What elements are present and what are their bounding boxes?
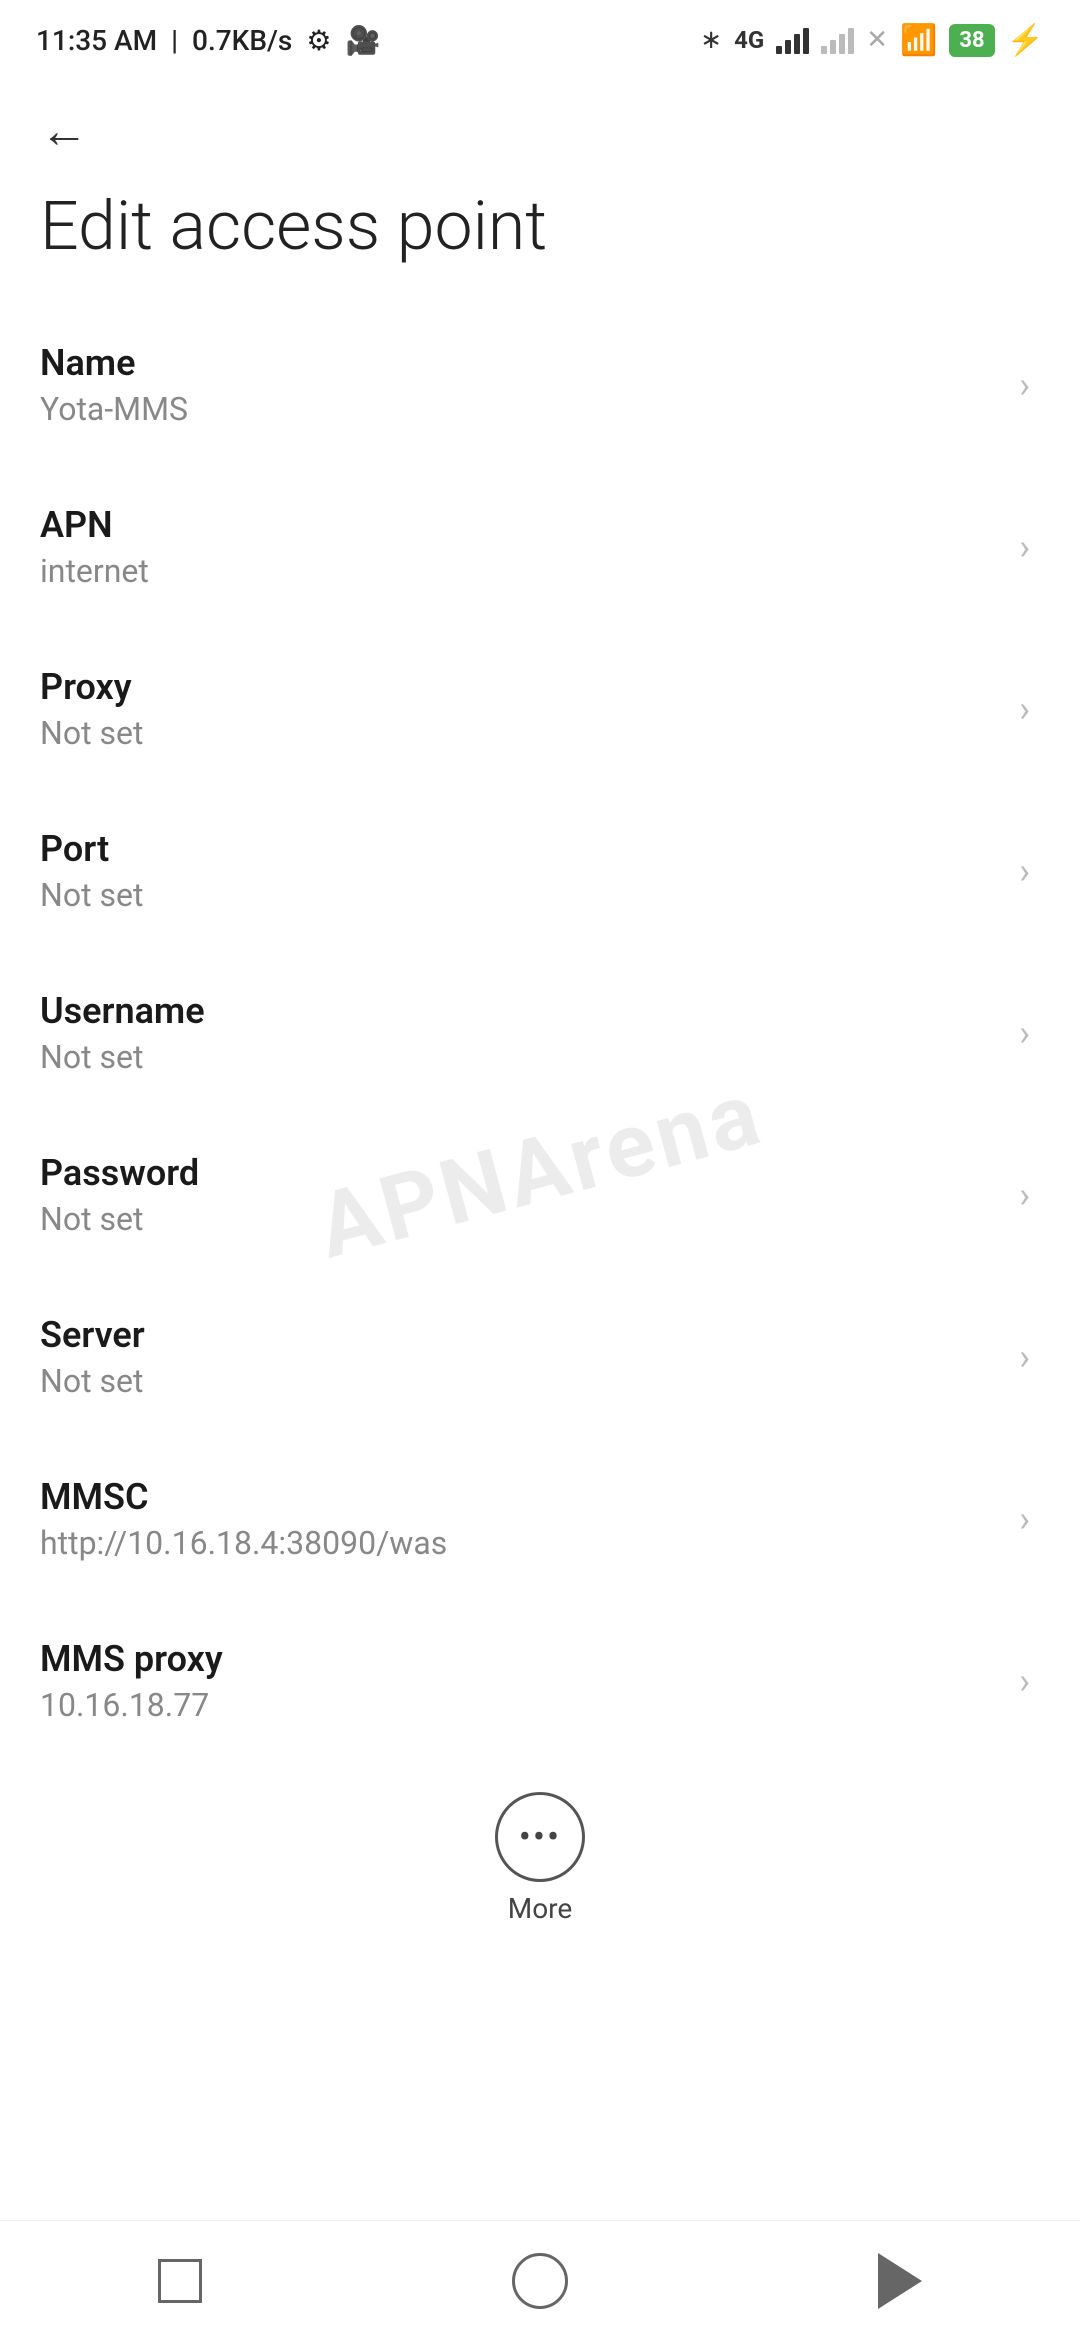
settings-item-content-apn: APN internet [40,504,999,590]
settings-item-username[interactable]: Username Not set › [0,952,1080,1114]
settings-list: Name Yota-MMS › APN internet › Proxy Not… [0,304,1080,1762]
settings-label-password: Password [40,1152,999,1194]
settings-label-username: Username [40,990,999,1032]
chevron-right-icon-mms-proxy: › [1019,1660,1030,1702]
settings-item-name[interactable]: Name Yota-MMS › [0,304,1080,466]
home-icon [512,2253,568,2309]
settings-item-password[interactable]: Password Not set › [0,1114,1080,1276]
more-button[interactable]: ••• [495,1792,585,1882]
settings-item-content-mmsc: MMSC http://10.16.18.4:38090/was [40,1476,999,1562]
signal-bars-1 [776,26,809,54]
settings-item-content-proxy: Proxy Not set [40,666,999,752]
chevron-right-icon-apn: › [1019,526,1030,568]
settings-label-mms-proxy: MMS proxy [40,1638,999,1680]
more-label: More [508,1892,573,1925]
back-arrow-icon: ← [40,102,88,159]
settings-label-name: Name [40,342,999,384]
chevron-right-icon-username: › [1019,1012,1030,1054]
settings-value-mmsc: http://10.16.18.4:38090/was [40,1524,999,1562]
chevron-right-icon-proxy: › [1019,688,1030,730]
status-left: 11:35 AM | 0.7KB/s ⚙ 🎥 [36,24,380,57]
settings-value-apn: internet [40,552,999,590]
camera-icon: 🎥 [345,24,380,57]
more-dots-icon: ••• [519,1819,561,1855]
settings-item-content-name: Name Yota-MMS [40,342,999,428]
time-display: 11:35 AM [36,24,157,57]
settings-item-mmsc[interactable]: MMSC http://10.16.18.4:38090/was › [0,1438,1080,1600]
recents-button[interactable] [140,2241,220,2321]
back-nav-button[interactable] [860,2241,940,2321]
page-title: Edit access point [0,169,1080,304]
signal-bars-2 [821,26,854,54]
chevron-right-icon-password: › [1019,1174,1030,1216]
chevron-right-icon-server: › [1019,1336,1030,1378]
status-right: ∗ 4G ✕ 📶 38 ⚡ [700,23,1044,58]
bluetooth-icon: ∗ [700,25,722,55]
recents-icon [158,2259,202,2303]
charging-icon: ⚡ [1007,23,1044,58]
settings-label-server: Server [40,1314,999,1356]
more-section: ••• More [0,1762,1080,1945]
settings-value-password: Not set [40,1200,999,1238]
chevron-right-icon-mmsc: › [1019,1498,1030,1540]
settings-item-port[interactable]: Port Not set › [0,790,1080,952]
settings-item-proxy[interactable]: Proxy Not set › [0,628,1080,790]
settings-value-name: Yota-MMS [40,390,999,428]
settings-label-apn: APN [40,504,999,546]
settings-item-content-server: Server Not set [40,1314,999,1400]
back-button[interactable]: ← [0,72,1080,169]
settings-value-server: Not set [40,1362,999,1400]
battery-icon: 38 [949,24,994,57]
settings-value-username: Not set [40,1038,999,1076]
settings-item-server[interactable]: Server Not set › [0,1276,1080,1438]
settings-value-proxy: Not set [40,714,999,752]
settings-item-content-username: Username Not set [40,990,999,1076]
settings-item-mms-proxy[interactable]: MMS proxy 10.16.18.77 › [0,1600,1080,1762]
separator: | [171,24,178,57]
settings-value-port: Not set [40,876,999,914]
home-button[interactable] [500,2241,580,2321]
network-speed: 0.7KB/s [192,24,292,57]
chevron-right-icon-name: › [1019,364,1030,406]
settings-item-content-mms-proxy: MMS proxy 10.16.18.77 [40,1638,999,1724]
no-signal-icon: ✕ [866,25,888,55]
settings-item-content-password: Password Not set [40,1152,999,1238]
settings-label-port: Port [40,828,999,870]
settings-value-mms-proxy: 10.16.18.77 [40,1686,999,1724]
wifi-icon: 📶 [900,23,937,58]
settings-label-mmsc: MMSC [40,1476,999,1518]
settings-label-proxy: Proxy [40,666,999,708]
back-nav-icon [878,2253,922,2309]
settings-item-content-port: Port Not set [40,828,999,914]
signal-4g-icon: 4G [734,26,764,54]
settings-icon: ⚙ [306,24,331,57]
bottom-nav [0,2220,1080,2340]
settings-item-apn[interactable]: APN internet › [0,466,1080,628]
chevron-right-icon-port: › [1019,850,1030,892]
status-bar: 11:35 AM | 0.7KB/s ⚙ 🎥 ∗ 4G ✕ 📶 38 ⚡ [0,0,1080,72]
